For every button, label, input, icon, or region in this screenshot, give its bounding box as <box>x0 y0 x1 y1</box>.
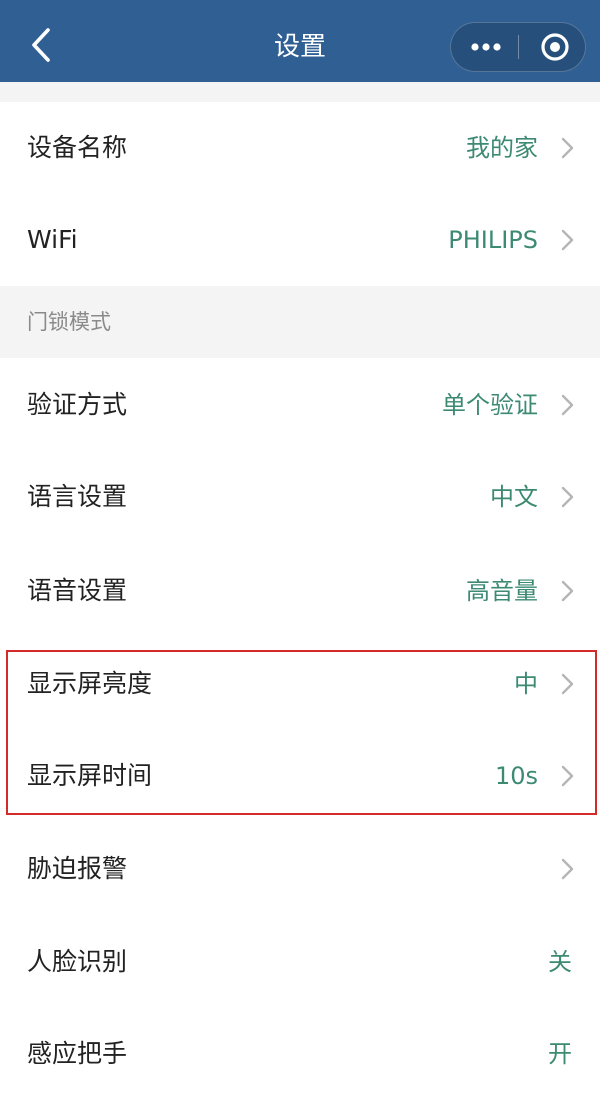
chevron-right-icon <box>561 137 574 159</box>
row-value: 单个验证 <box>442 391 538 419</box>
settings-row-display-timeout[interactable]: 显示屏时间 10s <box>0 730 600 822</box>
settings-row-display-brightness[interactable]: 显示屏亮度 中 <box>0 638 600 730</box>
chevron-right-icon <box>561 858 574 880</box>
settings-row-device-name[interactable]: 设备名称 我的家 <box>0 102 600 194</box>
close-mini-program-button[interactable] <box>519 23 585 71</box>
settings-row-language[interactable]: 语言设置 中文 <box>0 450 600 544</box>
row-value: 我的家 <box>466 134 538 162</box>
back-button[interactable] <box>22 22 62 68</box>
mini-program-capsule <box>450 22 586 72</box>
chevron-right-icon <box>561 765 574 787</box>
row-value: 中 <box>514 670 538 698</box>
row-value: PHILIPS <box>448 226 538 254</box>
row-value: 10s <box>494 762 538 790</box>
chevron-right-icon <box>561 486 574 508</box>
row-label: 感应把手 <box>27 1039 128 1068</box>
row-label: 语音设置 <box>27 576 128 605</box>
settings-row-voice[interactable]: 语音设置 高音量 <box>0 544 600 638</box>
target-circle-icon <box>541 33 569 61</box>
row-label: 验证方式 <box>27 390 128 419</box>
row-label: WiFi <box>27 225 78 254</box>
chevron-right-icon <box>561 580 574 602</box>
row-label: 显示屏亮度 <box>27 669 153 698</box>
settings-row-wifi[interactable]: WiFi PHILIPS <box>0 194 600 286</box>
row-value: 关 <box>548 948 572 976</box>
settings-row-face-recognition[interactable]: 人脸识别 关 <box>0 916 600 1008</box>
row-value: 中文 <box>490 483 538 511</box>
settings-row-verification-mode[interactable]: 验证方式 单个验证 <box>0 358 600 450</box>
row-label: 语言设置 <box>27 482 128 511</box>
row-label: 人脸识别 <box>27 947 128 976</box>
row-label: 胁迫报警 <box>27 854 128 883</box>
settings-row-duress-alarm[interactable]: 胁迫报警 <box>0 822 600 916</box>
chevron-left-icon <box>32 28 50 62</box>
more-dots-icon <box>471 43 501 51</box>
more-button[interactable] <box>451 23 519 71</box>
row-value: 开 <box>548 1040 572 1068</box>
chevron-right-icon <box>561 673 574 695</box>
chevron-right-icon <box>561 394 574 416</box>
section-header-lock-mode: 门锁模式 <box>0 286 600 358</box>
navigation-bar: 设置 <box>0 0 600 82</box>
settings-row-sensor-handle[interactable]: 感应把手 开 <box>0 1008 600 1092</box>
row-value: 高音量 <box>466 577 538 605</box>
row-label: 设备名称 <box>27 133 128 162</box>
top-spacer <box>0 82 600 102</box>
section-title: 门锁模式 <box>27 310 111 334</box>
chevron-right-icon <box>561 229 574 251</box>
row-label: 显示屏时间 <box>27 761 153 790</box>
